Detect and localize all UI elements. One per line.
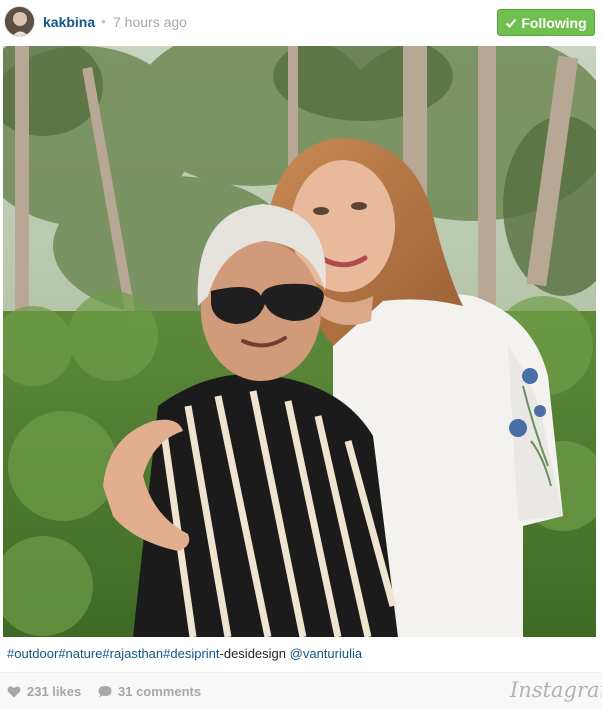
post-footer: 231 likes 31 comments Instagram — [0, 672, 602, 709]
instagram-logo[interactable]: Instagram — [510, 678, 602, 702]
comments-label: 31 comments — [118, 684, 202, 699]
following-button[interactable]: Following — [497, 9, 595, 36]
hashtag-link[interactable]: #desiprint — [163, 646, 219, 661]
hashtag-link[interactable]: #rajasthan — [102, 646, 163, 661]
comments-count[interactable]: 31 comments — [98, 684, 201, 699]
post-caption: #outdoor#nature#rajasthan#desiprint-desi… — [7, 646, 362, 662]
mention-link[interactable]: @vanturiulia — [290, 646, 362, 661]
likes-label: 231 likes — [27, 684, 82, 699]
check-icon — [506, 18, 517, 28]
username-link[interactable]: kakbina — [43, 14, 95, 30]
caption-text: -desidesign — [219, 646, 287, 661]
post-photo[interactable] — [3, 46, 596, 637]
likes-count[interactable]: 231 likes — [7, 684, 81, 699]
comment-bubble-icon — [98, 686, 112, 698]
post-header: kakbina • 7 hours ago Following — [0, 0, 602, 46]
following-label: Following — [521, 14, 587, 31]
hashtag-link[interactable]: #outdoor — [7, 646, 58, 661]
heart-icon — [7, 686, 21, 698]
post-timestamp[interactable]: 7 hours ago — [113, 14, 187, 30]
hashtag-link[interactable]: #nature — [58, 646, 102, 661]
separator-dot: • — [101, 13, 106, 29]
avatar[interactable] — [4, 6, 35, 37]
